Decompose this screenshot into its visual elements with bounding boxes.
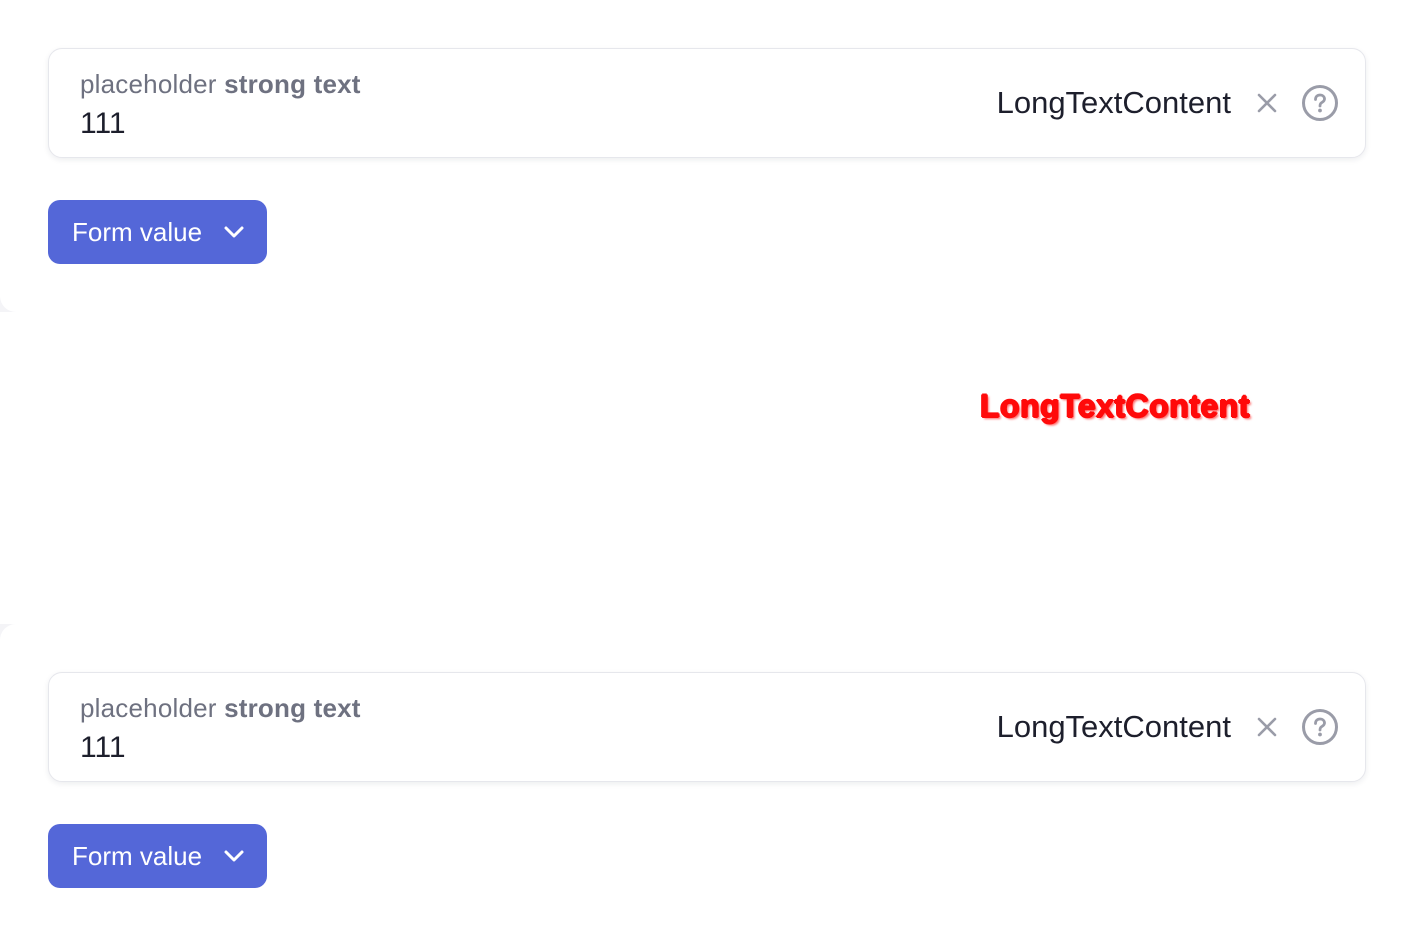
close-icon[interactable]: [1253, 89, 1281, 117]
form-value-label: Form value: [72, 840, 203, 871]
top-panel: placeholder strong text 111 LongTextCont…: [0, 0, 1416, 312]
bottom-panel: placeholder strong text 111 LongTextCont…: [0, 624, 1416, 936]
field-label-strong: strong text: [224, 693, 361, 723]
field-suffix-text: LongTextContent: [996, 709, 1231, 744]
question-circle-icon[interactable]: [1301, 708, 1339, 746]
text-field[interactable]: placeholder strong text 111 LongTextCont…: [48, 672, 1366, 782]
field-label-strong: strong text: [224, 69, 361, 99]
chevron-down-icon: [222, 220, 246, 244]
field-suffix-group: LongTextContent: [997, 707, 1339, 747]
close-icon[interactable]: [1253, 713, 1281, 741]
diff-panel: [0, 312, 1416, 624]
question-circle-icon[interactable]: [1301, 84, 1339, 122]
field-label-regular: placeholder: [80, 69, 217, 99]
chevron-down-icon: [222, 844, 246, 868]
field-suffix-group: LongTextContent: [997, 83, 1339, 123]
diff-highlight-text: LongTextContent: [980, 388, 1250, 424]
field-value[interactable]: 111: [80, 107, 126, 141]
field-label: placeholder strong text: [80, 69, 361, 100]
form-value-label: Form value: [72, 216, 203, 247]
text-field[interactable]: placeholder strong text 111 LongTextCont…: [48, 48, 1366, 158]
form-value-button[interactable]: Form value: [48, 200, 267, 264]
field-suffix-text: LongTextContent: [996, 85, 1231, 120]
field-label-regular: placeholder: [80, 693, 217, 723]
form-value-button[interactable]: Form value: [48, 824, 267, 888]
field-value[interactable]: 111: [80, 731, 126, 765]
field-label: placeholder strong text: [80, 693, 361, 724]
